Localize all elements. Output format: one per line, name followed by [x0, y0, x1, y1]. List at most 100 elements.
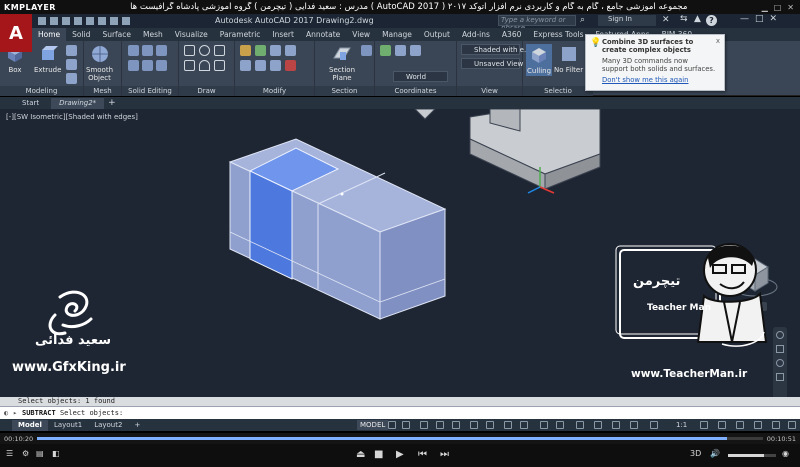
previous-icon[interactable]: ⏮ [418, 449, 427, 460]
separate-icon[interactable] [156, 60, 167, 71]
3d-osnap-icon[interactable] [540, 421, 548, 429]
layout-tab-layout2[interactable]: Layout2 [88, 420, 128, 431]
section-plane-button[interactable]: Section Plane [329, 44, 355, 82]
grid-icon[interactable] [388, 421, 396, 429]
tab-parametric[interactable]: Parametric [214, 28, 267, 41]
sign-in-button[interactable]: Sign In [598, 15, 656, 26]
visual-style-dropdown[interactable]: Shaded with e... [461, 44, 531, 55]
auto-scale-icon[interactable] [630, 421, 638, 429]
tab-visualize[interactable]: Visualize [169, 28, 214, 41]
array-icon[interactable] [270, 60, 281, 71]
settings-icon[interactable]: ⚙ [22, 449, 29, 458]
search-icon[interactable]: ⌕ [580, 15, 585, 25]
layout-tab-model[interactable]: Model [12, 419, 48, 431]
tab-add-ins[interactable]: Add-ins [456, 28, 496, 41]
menu-icon[interactable]: ☰ [6, 449, 13, 458]
cart-icon[interactable]: ✕ [662, 15, 670, 25]
balloon-close-button[interactable]: x [716, 37, 720, 45]
subtract-icon[interactable] [66, 59, 77, 70]
tab-surface[interactable]: Surface [96, 28, 137, 41]
command-history-icon[interactable]: ▸ [13, 407, 17, 419]
command-line[interactable]: ◐ ▸ SUBTRACT Select objects: [0, 406, 800, 419]
user-icon[interactable]: ▲ [694, 14, 701, 24]
background-solid[interactable] [469, 109, 601, 190]
customize-icon[interactable] [788, 421, 796, 429]
otrack-icon[interactable] [470, 421, 478, 429]
move-icon[interactable] [240, 45, 251, 56]
steering-wheel-icon[interactable] [776, 331, 784, 339]
application-menu-button[interactable]: A [0, 14, 32, 52]
selection-cycling-icon[interactable] [520, 421, 528, 429]
3d-mode-icon[interactable]: 3D [690, 449, 701, 458]
dynamic-ucs-icon[interactable] [556, 421, 564, 429]
tab-annotate[interactable]: Annotate [300, 28, 346, 41]
kmplayer-logo[interactable]: KMPLAYER [0, 3, 56, 12]
capture-icon[interactable]: ◧ [52, 449, 60, 458]
tab-a360[interactable]: A360 [496, 28, 527, 41]
erase-icon[interactable] [285, 60, 296, 71]
mesh-panel-label[interactable]: Mesh [84, 86, 121, 96]
saved-view-dropdown[interactable]: Unsaved View [461, 58, 523, 69]
union-icon[interactable] [66, 45, 77, 56]
fullscreen-icon[interactable] [772, 421, 780, 429]
ortho-icon[interactable] [420, 421, 428, 429]
coordinates-panel-label[interactable]: Coordinates [375, 86, 456, 96]
zoom-icon[interactable] [776, 359, 784, 367]
osnap-icon[interactable] [452, 421, 460, 429]
extrude-faces-icon[interactable] [142, 60, 153, 71]
stop-icon[interactable]: ■ [374, 449, 383, 460]
tab-express-tools[interactable]: Express Tools [527, 28, 589, 41]
scale-icon[interactable] [285, 45, 296, 56]
viewport-controls[interactable]: [-][SW Isometric][Shaded with edges] [6, 113, 138, 121]
polar-icon[interactable] [436, 421, 444, 429]
tab-output[interactable]: Output [418, 28, 456, 41]
eject-icon[interactable]: ⏏ [356, 449, 365, 460]
volume-slider[interactable] [728, 454, 776, 457]
no-filter-button[interactable]: No Filter [554, 44, 583, 74]
gizmo-icon[interactable] [594, 421, 602, 429]
workspace-icon[interactable] [700, 421, 708, 429]
lineweight-icon[interactable] [486, 421, 494, 429]
playlist-icon[interactable]: ▤ [36, 449, 44, 458]
tab-insert[interactable]: Insert [266, 28, 300, 41]
selection-panel-label[interactable]: Selectio [523, 86, 593, 96]
thicken-icon[interactable] [156, 45, 167, 56]
view-panel-label[interactable]: View [457, 86, 522, 96]
new-layout-button[interactable]: + [128, 420, 146, 431]
draw-panel-label[interactable]: Draw [179, 86, 234, 96]
section-panel-label[interactable]: Section [315, 86, 374, 96]
ucs-dropdown[interactable]: World [393, 71, 448, 82]
tab-solid[interactable]: Solid [66, 28, 96, 41]
tab-drawing2[interactable]: Drawing2* [51, 97, 105, 109]
close-icon[interactable]: ✕ [787, 3, 794, 12]
speaker-icon[interactable]: 🔊 [710, 449, 720, 458]
model-space-button[interactable]: MODEL [357, 420, 389, 430]
annotation-monitor-icon[interactable] [718, 421, 726, 429]
polyline-icon[interactable] [214, 45, 225, 56]
extrude-button[interactable]: Extrude [34, 44, 61, 74]
tab-view[interactable]: View [346, 28, 376, 41]
dont-show-again-link[interactable]: Don't show me this again [602, 76, 716, 84]
command-customize-icon[interactable]: ◐ [4, 407, 8, 419]
pan-icon[interactable] [776, 345, 784, 353]
tab-start[interactable]: Start [14, 98, 47, 109]
smooth-object-button[interactable]: Smooth Object [86, 44, 113, 82]
help-icon[interactable]: ? [706, 15, 717, 26]
play-icon[interactable]: ▶ [396, 449, 404, 460]
next-icon[interactable]: ⏭ [440, 449, 449, 460]
extract-edges-icon[interactable] [128, 60, 139, 71]
culling-button[interactable]: Culling [526, 44, 553, 76]
interfere-icon[interactable] [142, 45, 153, 56]
hatch-icon[interactable] [214, 60, 225, 71]
slice-icon[interactable] [128, 45, 139, 56]
intersect-icon[interactable] [66, 73, 77, 84]
exchange-icon[interactable]: ⇆ [680, 14, 688, 24]
search-input[interactable]: Type a keyword or phrase [498, 15, 576, 32]
main-solid[interactable] [228, 138, 447, 320]
seek-bar[interactable] [37, 437, 763, 440]
ucs-3point-icon[interactable] [410, 45, 421, 56]
ucs-icon[interactable] [380, 45, 391, 56]
mute-icon[interactable]: ◉ [782, 449, 789, 458]
section-options-icon[interactable] [361, 45, 372, 56]
tab-mesh[interactable]: Mesh [137, 28, 169, 41]
